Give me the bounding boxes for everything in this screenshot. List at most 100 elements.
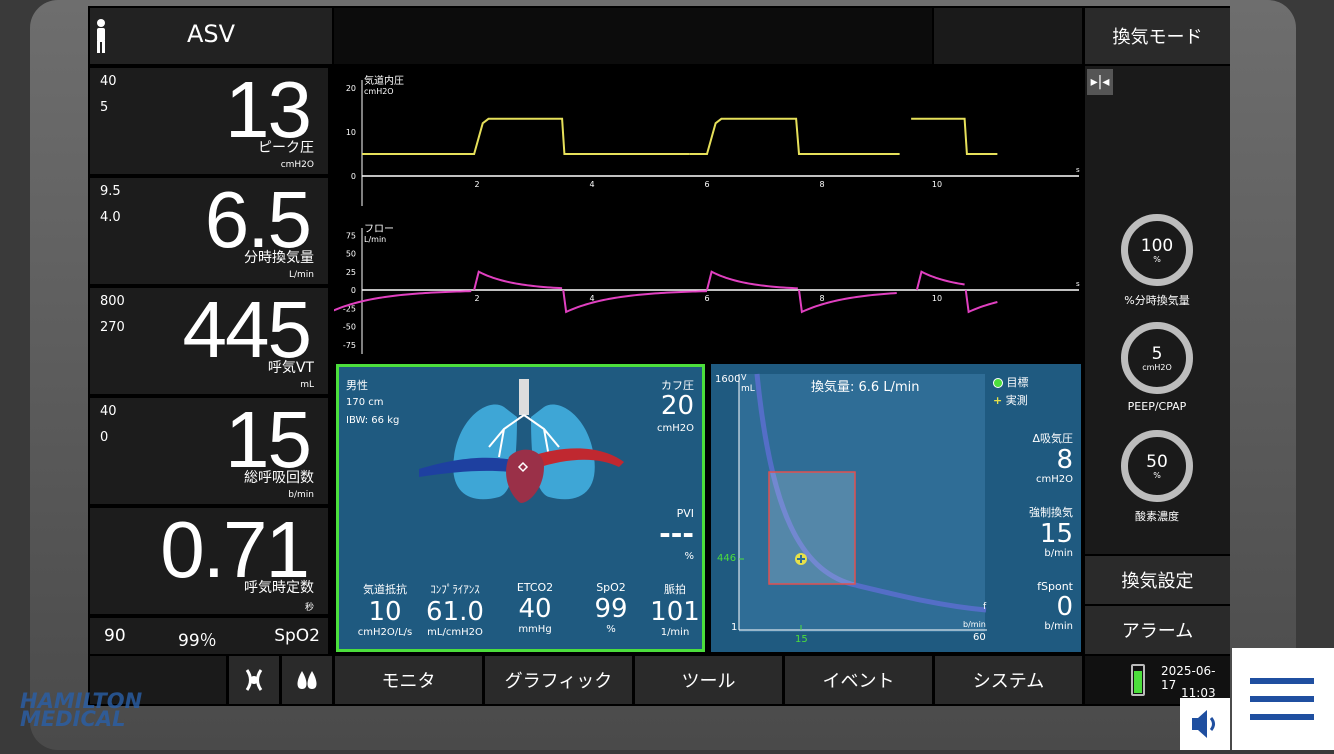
asv-x-marker: 15 [795, 634, 808, 645]
tab-events[interactable]: イベント [785, 656, 932, 704]
alarm-low: 4.0 [100, 210, 121, 225]
flow-trace [915, 270, 965, 291]
param-peak-pressure[interactable]: 40 5 13 ピーク圧 cmH2O [90, 65, 328, 174]
pressure-trace [911, 117, 998, 155]
patient-height: 170 cm [346, 397, 384, 408]
y-tick-label: 25 [346, 268, 356, 277]
param-minute-volume[interactable]: 9.5 4.0 6.5 分時換気量 L/min [90, 175, 328, 284]
status-area: 2025-06-17 11:03 [1085, 656, 1230, 704]
vent-mode-button[interactable]: 換気モード [1085, 8, 1230, 64]
param-unit: mL [300, 380, 314, 390]
x-tick-label: 4 [589, 180, 594, 189]
x-tick-label: 2 [474, 180, 479, 189]
legend-target: 目標 [993, 374, 1029, 390]
minvol-control[interactable]: 100% [1121, 214, 1193, 286]
fspont: fSpont 0 b/min [1037, 580, 1073, 632]
cuff-unit: cmH2O [657, 423, 694, 434]
freeze-icon[interactable]: ▸|◂ [1087, 69, 1113, 95]
param-name: 呼気時定数 [244, 580, 314, 596]
oxygen-label: 酸素濃度 [1135, 510, 1179, 523]
nebulizer-button[interactable] [282, 656, 332, 704]
legend-actual: + 実測 [993, 394, 1028, 407]
alarm-high: 9.5 [100, 184, 121, 199]
y-tick-label: 10 [346, 128, 356, 137]
tab-monitor[interactable]: モニタ [335, 656, 482, 704]
x-tick-label: 10 [932, 294, 942, 303]
delta-pinsp: Δ吸気圧 8 cmH2O [1032, 432, 1073, 485]
alarm-high: 800 [100, 294, 125, 309]
resistance-metric: 気道抵抗 10 cmH2O/L/s [357, 583, 413, 638]
vent-settings-button[interactable]: 換気設定 [1085, 556, 1230, 604]
alarm-low: 270 [100, 320, 125, 335]
tab-tools[interactable]: ツール [635, 656, 782, 704]
param-unit: b/min [288, 490, 314, 500]
spo2-row[interactable]: 90 99％ SpO2 [90, 618, 328, 654]
param-unit: 秒 [304, 603, 314, 613]
tab-graphics[interactable]: グラフィック [485, 656, 632, 704]
y-tick-label: 0 [351, 286, 356, 295]
alarm-button[interactable]: アラーム [1085, 606, 1230, 654]
y-tick-label: 50 [346, 250, 356, 259]
param-rc-exp[interactable]: 0.71 呼気時定数 秒 [90, 505, 328, 614]
asv-title: 換気量: 6.6 L/min [811, 380, 920, 395]
plus-icon: + [993, 394, 1003, 407]
alarm-low: 0 [100, 430, 109, 445]
x-tick-label: 8 [819, 180, 824, 189]
peep-control[interactable]: 5 cmH2O [1121, 322, 1193, 394]
x-unit-label: s [1076, 166, 1080, 174]
minvol-label: %分時換気量 [1124, 294, 1190, 307]
mandatory-rate: 強制換気 15 b/min [1029, 506, 1073, 559]
menu-button[interactable] [1232, 648, 1334, 750]
lungs-heart-icon [419, 379, 624, 503]
pressure-waveform[interactable]: 気道内圧 cmH2O 20 10 0 2 4 6 8 10 s [334, 66, 1082, 212]
param-name: ピーク圧 [258, 140, 314, 156]
y-tick-label: 0 [351, 172, 356, 181]
asv-x-unit: b/min [963, 620, 986, 629]
param-total-rate[interactable]: 40 0 15 総呼吸回数 b/min [90, 395, 328, 504]
asv-y-top: 1600 [715, 374, 741, 385]
alarm-high: 40 [100, 404, 117, 419]
asv-graph-panel[interactable]: 換気量: 6.6 L/min 1600 V mL 1 446 15 60 b/m… [711, 364, 1081, 652]
oxygen-control[interactable]: 50% [1121, 430, 1193, 502]
flow-trace [964, 289, 998, 314]
flow-trace [562, 289, 708, 314]
flow-waveform[interactable]: フロー L/min 75 50 25 0 -25 -50 -75 2 4 6 8 10 s [334, 214, 1082, 360]
mode-header[interactable]: ASV [90, 8, 332, 64]
etco2-metric: ETCO2 40 mmHg [516, 581, 554, 635]
pulse-metric: 脈拍 101 1/min [650, 583, 700, 638]
cuff-value: 20 [660, 391, 694, 421]
volume-button[interactable] [1180, 698, 1230, 750]
x-tick-label: 2 [474, 294, 479, 303]
x-tick-label: 8 [819, 294, 824, 303]
asv-y-unit-v: V [741, 373, 747, 382]
tube-icon [245, 669, 263, 691]
param-name: 総呼吸回数 [244, 470, 314, 486]
param-name: 呼気VT [267, 360, 314, 376]
patient-panel[interactable]: 男性 170 cm IBW: 66 kg カフ圧 20 cmH2O PVI --… [336, 364, 705, 652]
pvi-unit: % [684, 551, 694, 562]
alarm-low: 5 [100, 100, 109, 115]
pressure-plot: 20 10 0 2 4 6 8 10 s [346, 80, 1080, 206]
tube-icon-button[interactable] [229, 656, 279, 704]
asv-x-f: f [983, 602, 987, 612]
pressure-trace [689, 117, 900, 155]
mode-label: ASV [186, 20, 236, 48]
tab-system[interactable]: システム [935, 656, 1082, 704]
y-tick-label: 20 [346, 84, 356, 93]
param-exp-vt[interactable]: 800 270 445 呼気VT mL [90, 285, 328, 394]
target-dot-icon [993, 378, 1003, 388]
y-tick-label: 75 [346, 231, 356, 240]
hamilton-logo: HAMILTON MEDICAL [20, 689, 143, 731]
flow-trace [798, 289, 897, 314]
pulse-value: 90 [104, 626, 126, 646]
spo2-value: 99％ [178, 631, 217, 651]
drops-icon [297, 671, 317, 689]
x-tick-label: 6 [704, 180, 709, 189]
peep-label: PEEP/CPAP [1127, 400, 1187, 413]
spo2-metric: SpO2 99 % [594, 581, 628, 635]
speaker-icon [1192, 710, 1215, 738]
y-tick-label: -75 [343, 341, 356, 350]
flow-plot: 7550250-25-50-752 4 6 8 10s [334, 228, 1080, 354]
x-unit-label: s [1076, 280, 1080, 288]
asv-x-right: 60 [973, 632, 986, 643]
